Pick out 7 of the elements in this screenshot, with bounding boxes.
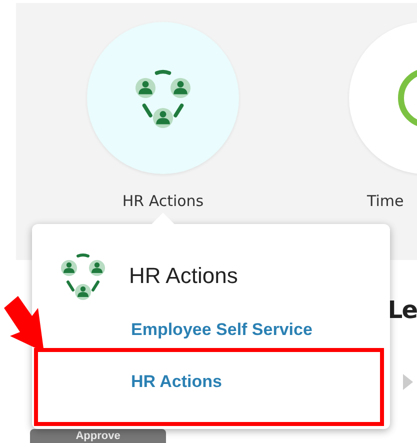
menu-link[interactable]: Employee Self Service xyxy=(131,320,312,339)
approve-button[interactable]: Approve xyxy=(30,429,166,443)
section-heading: Le xyxy=(387,296,417,324)
tile-label[interactable]: Time xyxy=(367,192,404,210)
menu-link[interactable]: HR Actions xyxy=(131,372,222,391)
tile-label[interactable]: HR Actions xyxy=(122,192,204,210)
popup-title: HR Actions xyxy=(129,263,238,289)
